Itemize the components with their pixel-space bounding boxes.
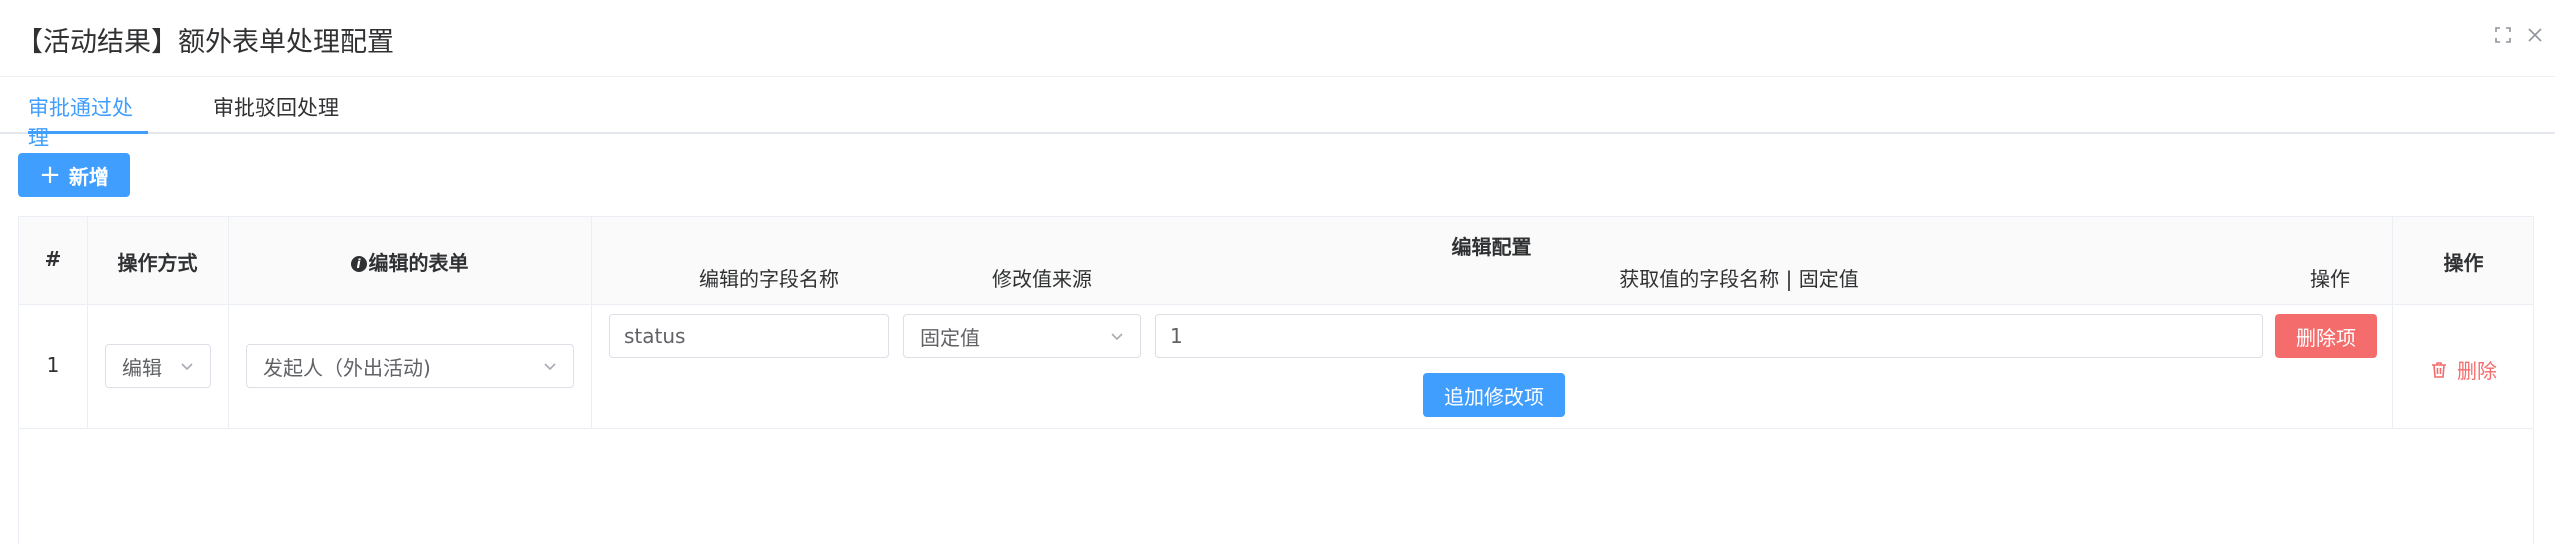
add-button[interactable]: + 新增	[18, 153, 130, 197]
subheader-field-name: 编辑的字段名称	[699, 267, 839, 291]
operation-mode-select[interactable]: 编辑	[105, 344, 211, 388]
header-operation-mode: 操作方式	[117, 251, 198, 275]
add-button-label: 新增	[68, 164, 109, 189]
subheader-value-source: 修改值来源	[992, 267, 1092, 291]
dialog-title: 【活动结果】额外表单处理配置	[16, 27, 394, 58]
config-table: # 操作方式 i 编辑的表单 编辑配置 编辑的字段名称 修改值来源 获取值的字段名…	[18, 216, 2534, 544]
table-row: 1 编辑 发起人（外出活动) status 固定值 1 删除项 追加修改项 删除	[19, 305, 2533, 429]
tab-approve-reject[interactable]: 审批驳回处理	[213, 92, 339, 134]
subheader-actions: 操作	[2310, 267, 2350, 291]
add-item-button[interactable]: 追加修改项	[1423, 373, 1565, 417]
chevron-down-icon	[1111, 333, 1123, 341]
value-input[interactable]: 1	[1155, 314, 2263, 358]
edit-form-select[interactable]: 发起人（外出活动)	[246, 344, 574, 388]
subheader-value-field: 获取值的字段名称 | 固定值	[1619, 267, 1859, 291]
header-edit-form: i 编辑的表单	[228, 247, 591, 276]
delete-row-button[interactable]: 删除	[2429, 355, 2497, 384]
chevron-down-icon	[544, 363, 556, 371]
value-source-select[interactable]: 固定值	[903, 314, 1141, 358]
row-index: 1	[46, 353, 60, 377]
edit-form-value: 发起人（外出活动)	[263, 355, 431, 380]
chevron-down-icon	[181, 363, 193, 371]
info-icon: i	[350, 256, 367, 272]
trash-icon	[2432, 361, 2446, 378]
delete-row-label: 删除	[2457, 359, 2497, 383]
header-edit-form-label: 编辑的表单	[368, 251, 469, 275]
value-source-value: 固定值	[920, 325, 980, 350]
tab-approve-pass[interactable]: 审批通过处理	[28, 92, 148, 150]
operation-mode-value: 编辑	[122, 355, 162, 380]
header-edit-config: 编辑配置	[1451, 235, 1532, 259]
fullscreen-icon[interactable]	[2492, 24, 2514, 46]
field-name-input[interactable]: status	[609, 314, 889, 358]
dialog-header: 【活动结果】额外表单处理配置	[0, 0, 2555, 77]
header-index: #	[44, 247, 62, 271]
delete-item-button[interactable]: 删除项	[2275, 314, 2377, 358]
header-actions: 操作	[2443, 251, 2484, 275]
plus-icon: +	[39, 160, 61, 190]
tab-bar: 审批通过处理 审批驳回处理	[0, 78, 2555, 150]
close-icon[interactable]	[2524, 24, 2546, 46]
